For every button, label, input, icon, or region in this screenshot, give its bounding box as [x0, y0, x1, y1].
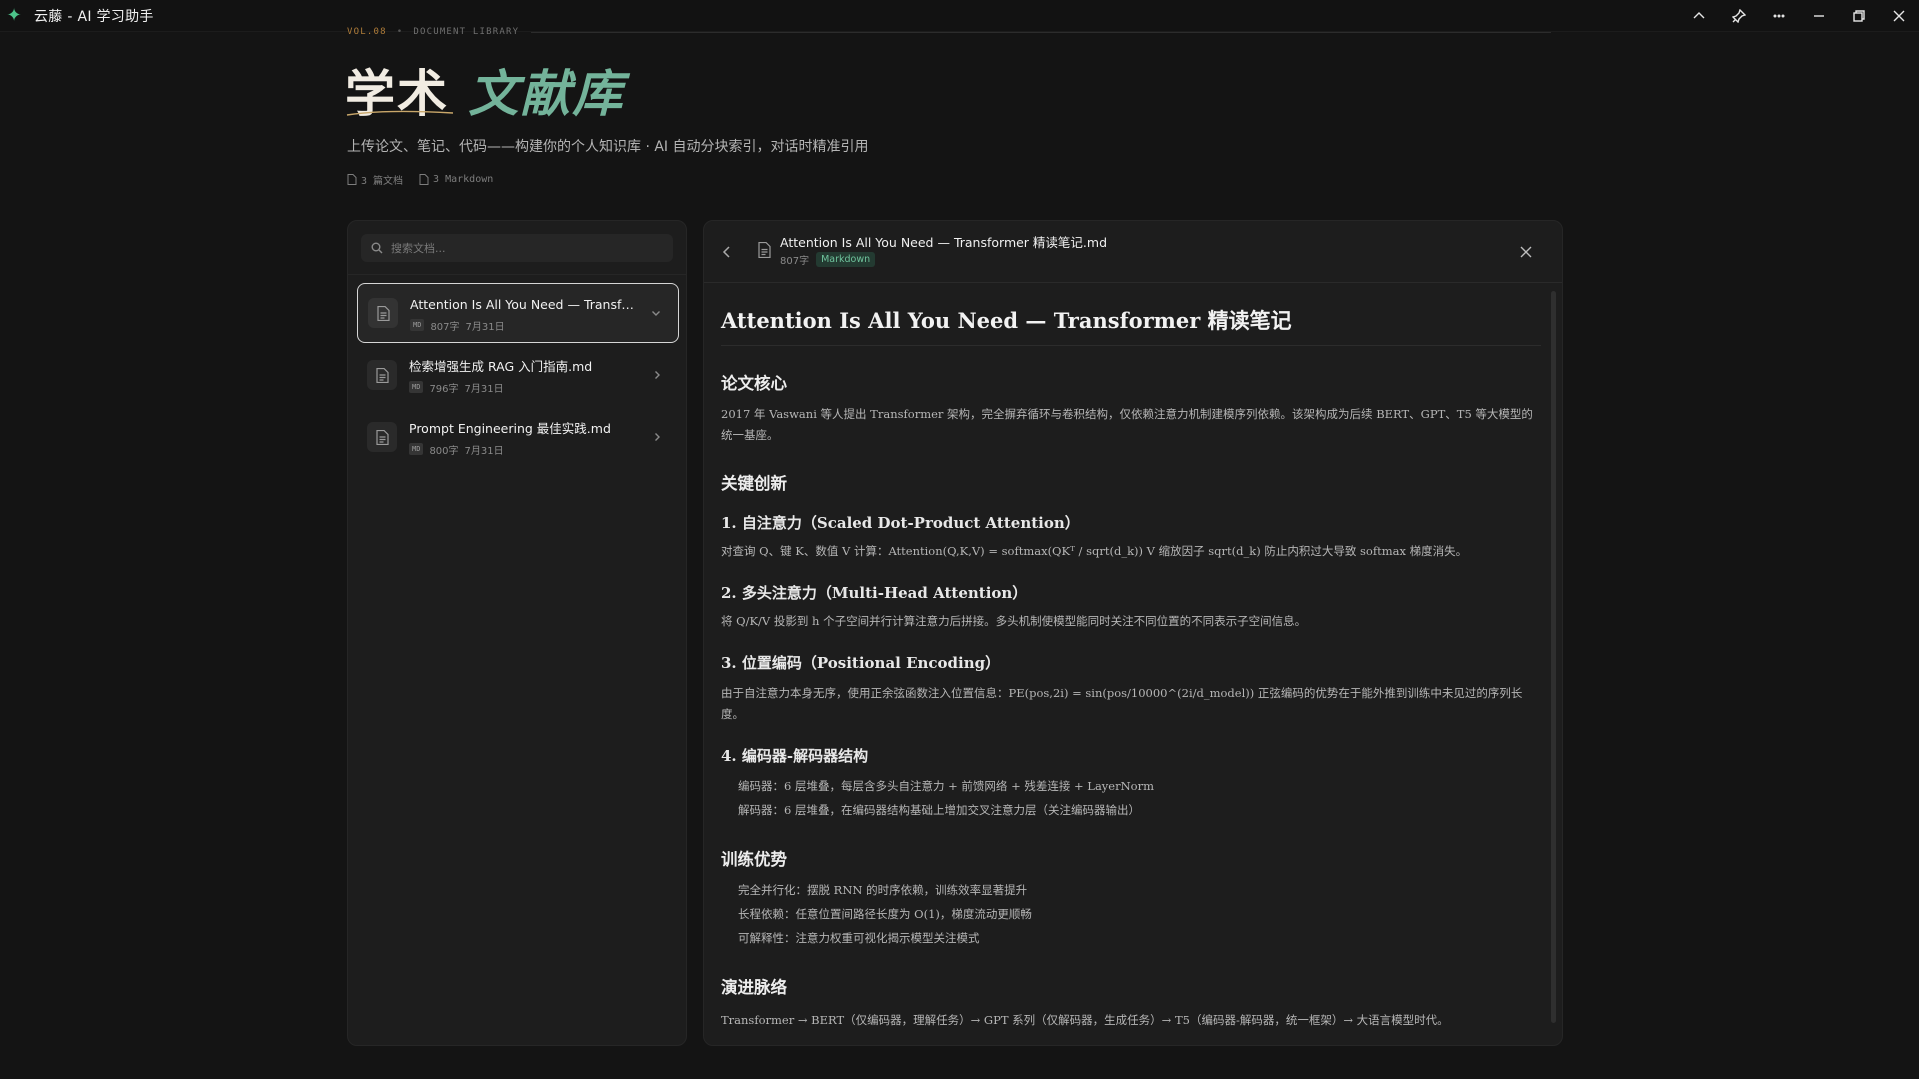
collapse-icon[interactable]: [1679, 0, 1719, 32]
file-icon: [419, 174, 429, 185]
document-name: 检索增强生成 RAG 入门指南.md: [409, 358, 593, 374]
stat-markdown-count: 3 Markdown: [419, 172, 493, 187]
md-badge: MD: [410, 319, 425, 331]
document-item[interactable]: Attention Is All You Need — Transformer …: [357, 283, 679, 343]
bullet-list: 完全并行化：摆脱 RNN 的时序依赖，训练效率显著提升 长程依赖：任意位置间路径…: [721, 878, 1541, 950]
chevron-right-icon[interactable]: [649, 432, 665, 442]
pin-icon[interactable]: [1719, 0, 1759, 32]
separator-dot: •: [396, 27, 404, 37]
document-date: 7月31日: [465, 321, 505, 333]
section-heading: 关键创新: [721, 474, 787, 493]
volume-label: VOL.08: [347, 27, 387, 37]
close-icon[interactable]: [1520, 243, 1536, 259]
md-badge: MD: [409, 381, 424, 393]
stats-row: 3 篇文档 3 Markdown: [347, 172, 493, 187]
search-input[interactable]: [391, 241, 651, 255]
section-label: DOCUMENT LIBRARY: [413, 27, 520, 37]
subsection-heading: 3. 位置编码（Positional Encoding）: [721, 654, 1001, 672]
search-box[interactable]: [361, 234, 673, 262]
document-date: 7月31日: [464, 445, 504, 457]
document-icon: [368, 298, 398, 328]
document-heading: Attention Is All You Need — Transformer …: [721, 305, 1541, 346]
stat-markdown-count-label: 3 Markdown: [433, 174, 494, 185]
viewer-word-count: 807字: [780, 256, 810, 267]
chevron-down-icon[interactable]: [648, 308, 664, 318]
document-word-count: 807字: [430, 321, 460, 333]
list-item: 解码器：6 层堆叠，在编码器结构基础上增加交叉注意力层（关注编码器输出）: [738, 803, 1140, 817]
paragraph: 由于自注意力本身无序，使用正余弦函数注入位置信息：PE(pos,2i) = si…: [721, 686, 1523, 721]
section-heading: 论文核心: [721, 374, 787, 393]
list-divider: [348, 274, 686, 275]
subsection-heading: 2. 多头注意力（Multi-Head Attention）: [721, 584, 1028, 602]
chevron-right-icon[interactable]: [649, 370, 665, 380]
document-icon: [758, 241, 771, 262]
stat-doc-count-label: 3 篇文档: [361, 176, 404, 187]
document-item[interactable]: Prompt Engineering 最佳实践.md MD 800字 7月31日: [357, 407, 679, 467]
document-word-count: 796字: [429, 383, 459, 395]
document-name: Prompt Engineering 最佳实践.md: [409, 420, 611, 436]
close-window-icon[interactable]: [1879, 0, 1919, 32]
list-item: 完全并行化：摆脱 RNN 的时序依赖，训练效率显著提升: [738, 883, 1028, 897]
document-content: Attention Is All You Need — Transformer …: [721, 283, 1541, 1031]
document-icon: [367, 422, 397, 452]
volume-row: VOL.08 • DOCUMENT LIBRARY: [347, 26, 1563, 38]
list-item: 编码器：6 层堆叠，每层含多头自注意力 + 前馈网络 + 残差连接 + Laye…: [738, 779, 1154, 793]
paragraph: Transformer → BERT（仅编码器，理解任务）→ GPT 系列（仅解…: [721, 1013, 1449, 1027]
back-icon[interactable]: [722, 243, 738, 259]
viewer-filename: Attention Is All You Need — Transformer …: [780, 235, 1108, 250]
list-item: 可解释性：注意力权重可视化揭示模型关注模式: [738, 931, 980, 945]
document-name: Attention Is All You Need — Transformer …: [410, 296, 640, 312]
section-heading: 演进脉络: [721, 978, 787, 997]
document-date: 7月31日: [464, 383, 504, 395]
paragraph: 2017 年 Vaswani 等人提出 Transformer 架构，完全摒弃循…: [721, 407, 1533, 442]
document-list-panel: Attention Is All You Need — Transformer …: [347, 220, 687, 1046]
title-accent: 文献库: [468, 64, 625, 123]
restore-icon[interactable]: [1839, 0, 1879, 32]
subsection-heading: 1. 自注意力（Scaled Dot-Product Attention）: [721, 514, 1080, 532]
paragraph: 将 Q/K/V 投影到 h 个子空间并行计算注意力后拼接。多头机制使模型能同时关…: [721, 614, 1307, 628]
paragraph: 对查询 Q、键 K、数值 V 计算：Attention(Q,K,V) = sof…: [721, 544, 1468, 558]
document-viewer: Attention Is All You Need — Transformer …: [703, 220, 1563, 1046]
page-subtitle: 上传论文、笔记、代码——构建你的个人知识库 · AI 自动分块索引，对话时精准引…: [347, 139, 869, 155]
list-item: 长程依赖：任意位置间路径长度为 O(1)，梯度流动更顺畅: [738, 907, 1032, 921]
subsection-heading: 4. 编码器-解码器结构: [721, 747, 869, 765]
file-icon: [347, 174, 357, 185]
window-title: 云藤 - AI 学习助手: [34, 8, 154, 25]
title-underline-decoration: [346, 110, 454, 116]
app-logo-icon: ✦: [6, 4, 22, 26]
bullet-list: 编码器：6 层堆叠，每层含多头自注意力 + 前馈网络 + 残差连接 + Laye…: [721, 774, 1541, 822]
stat-doc-count: 3 篇文档: [347, 172, 403, 187]
search-icon: [371, 242, 383, 254]
document-icon: [367, 360, 397, 390]
md-badge: MD: [409, 443, 424, 455]
minimize-icon[interactable]: [1799, 0, 1839, 32]
viewer-header: Attention Is All You Need — Transformer …: [704, 221, 1562, 283]
header-divider: [531, 31, 1551, 33]
scrollbar[interactable]: [1551, 291, 1556, 1023]
more-icon[interactable]: [1759, 0, 1799, 32]
document-item[interactable]: 检索增强生成 RAG 入门指南.md MD 796字 7月31日: [357, 345, 679, 405]
document-word-count: 800字: [429, 445, 459, 457]
file-type-badge: Markdown: [816, 252, 876, 267]
section-heading: 训练优势: [721, 850, 787, 869]
